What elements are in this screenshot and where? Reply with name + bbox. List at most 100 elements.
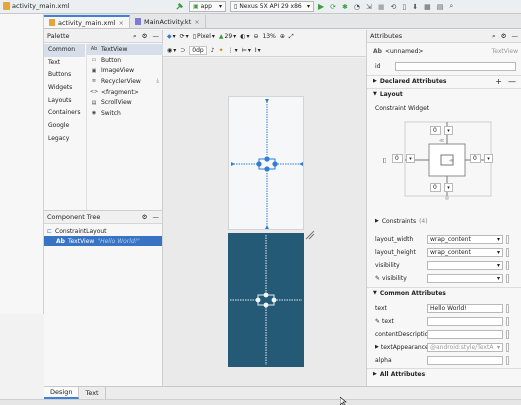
- margin-bottom-spinner[interactable]: 0 ▾: [430, 183, 453, 192]
- category-buttons[interactable]: Buttons: [44, 69, 85, 82]
- category-common[interactable]: Common: [44, 44, 85, 57]
- palette-item-button[interactable]: ▭ Button: [87, 55, 163, 66]
- content-description-input[interactable]: [427, 329, 503, 339]
- design-view[interactable]: [228, 96, 304, 230]
- id-input[interactable]: [395, 61, 516, 71]
- gear-icon[interactable]: ⚙: [142, 213, 148, 221]
- text-appearance-select[interactable]: @android:style/TextA ▾: [427, 342, 503, 352]
- stop-icon[interactable]: ■: [378, 3, 385, 11]
- profile-icon[interactable]: ◔: [354, 3, 360, 11]
- margin-left-spinner[interactable]: 0 ▾: [392, 154, 415, 163]
- download-icon[interactable]: ⤓: [156, 77, 159, 85]
- category-google[interactable]: Google: [44, 120, 85, 133]
- remove-icon[interactable]: —: [508, 77, 516, 86]
- blueprint-view[interactable]: [228, 233, 304, 367]
- resource-picker-button[interactable]: [506, 260, 509, 270]
- chevron-down-icon[interactable]: ▾: [406, 154, 415, 163]
- close-icon[interactable]: ×: [119, 19, 124, 27]
- chevron-down-icon[interactable]: ▾: [444, 183, 453, 192]
- zoom-out-button[interactable]: ⊖: [253, 33, 258, 40]
- baseline-button[interactable]: I ▾: [255, 47, 261, 54]
- margin-top-spinner[interactable]: 0 ▾: [430, 126, 453, 135]
- resource-picker-button[interactable]: [506, 329, 509, 339]
- search-icon[interactable]: ⌕: [133, 32, 137, 41]
- resource-picker-button[interactable]: [506, 355, 509, 365]
- resource-picker-button[interactable]: [506, 303, 509, 313]
- run-config-select[interactable]: ▣ app ▾: [189, 1, 226, 12]
- palette-item-recyclerview[interactable]: ≡ RecyclerView ⤓: [87, 76, 163, 87]
- guidelines-button[interactable]: ⋮ ▾: [228, 47, 238, 54]
- orientation-button[interactable]: ⟳ ▾: [180, 33, 189, 40]
- tab-main-activity[interactable]: MainActivity.kt ×: [130, 15, 206, 28]
- layout-width-select[interactable]: wrap_content ▾: [427, 234, 503, 244]
- tab-design[interactable]: Design: [44, 387, 80, 399]
- align-button[interactable]: ⊨ ▾: [242, 47, 251, 54]
- tools-text-input[interactable]: [427, 316, 503, 326]
- resource-picker-button[interactable]: [506, 273, 509, 283]
- minimize-icon[interactable]: —: [153, 32, 160, 40]
- attr-label-expandable[interactable]: ▶ textAppearance: [367, 344, 429, 351]
- margin-right-value[interactable]: 0: [470, 154, 481, 163]
- tab-activity-main[interactable]: activity_main.xml ×: [44, 15, 130, 28]
- category-legacy[interactable]: Legacy: [44, 133, 85, 146]
- category-text[interactable]: Text: [44, 57, 85, 70]
- file-breadcrumb[interactable]: activity_main.xml: [3, 2, 70, 10]
- view-options-button[interactable]: ◉ ▾: [167, 47, 176, 54]
- margin-bottom-value[interactable]: 0: [430, 183, 441, 192]
- hammer-icon[interactable]: [175, 2, 184, 11]
- tools-visibility-select[interactable]: ▾: [427, 273, 503, 283]
- alpha-input[interactable]: [427, 355, 503, 365]
- minimize-icon[interactable]: —: [153, 213, 160, 221]
- margin-right-spinner[interactable]: 0 ▾: [470, 154, 493, 163]
- all-attributes-section[interactable]: ▶ All Attributes: [367, 368, 521, 379]
- chevron-down-icon[interactable]: ▾: [484, 154, 493, 163]
- autoconnect-button[interactable]: ⊃: [180, 47, 185, 54]
- palette-item-textview[interactable]: Ab TextView: [87, 44, 163, 55]
- resource-picker-button[interactable]: [506, 316, 509, 326]
- attach-debugger-icon[interactable]: ⇲: [366, 3, 372, 11]
- add-icon[interactable]: +: [495, 77, 502, 86]
- api-button[interactable]: ▲ 29 ▾: [219, 33, 236, 40]
- resource-picker-button[interactable]: [506, 247, 509, 257]
- sdk-manager-icon[interactable]: ⬇: [412, 3, 418, 11]
- common-attributes-section[interactable]: ▼ Common Attributes: [367, 287, 521, 298]
- visibility-select[interactable]: ▾: [427, 260, 503, 270]
- zoom-in-button[interactable]: ⊕: [280, 33, 285, 40]
- text-input[interactable]: Hello World!: [427, 303, 503, 313]
- constraints-row[interactable]: ▶ Constraints (4): [367, 216, 521, 226]
- close-icon[interactable]: ×: [194, 18, 199, 26]
- palette-item-fragment[interactable]: <> <fragment>: [87, 87, 163, 98]
- default-margin-button[interactable]: 0dp: [189, 46, 207, 55]
- design-surface-button[interactable]: ◆ ▾: [167, 33, 176, 40]
- category-widgets[interactable]: Widgets: [44, 82, 85, 95]
- layout-inspector-icon[interactable]: ▦: [424, 3, 431, 11]
- resource-picker-button[interactable]: [506, 234, 509, 244]
- search-icon[interactable]: ⌕: [492, 32, 496, 41]
- debug-icon[interactable]: ✱: [342, 3, 348, 11]
- clear-constraints-button[interactable]: ♪: [211, 47, 215, 54]
- infer-constraints-button[interactable]: ✦: [219, 47, 224, 54]
- run-icon[interactable]: ▶: [318, 2, 324, 11]
- gear-icon[interactable]: ⚙: [142, 32, 148, 40]
- layout-section[interactable]: ▼ Layout: [367, 88, 521, 99]
- palette-item-switch[interactable]: ◉ Switch: [87, 108, 163, 119]
- theme-button[interactable]: ◐ ▾: [240, 33, 249, 40]
- palette-item-imageview[interactable]: ▣ ImageView: [87, 65, 163, 76]
- gear-icon[interactable]: ⚙: [501, 32, 507, 40]
- tab-text[interactable]: Text: [79, 387, 106, 399]
- sync-icon[interactable]: ⟲: [391, 3, 397, 11]
- margin-top-value[interactable]: 0: [430, 126, 441, 135]
- device-select[interactable]: ▯ Nexus 5X API 29 x86 ▾: [230, 1, 314, 12]
- tree-node-constraintlayout[interactable]: ⊏ ConstraintLayout: [44, 226, 162, 236]
- apply-changes-icon[interactable]: ⟳: [330, 3, 336, 11]
- avd-manager-icon[interactable]: ▯: [402, 3, 406, 11]
- minimize-icon[interactable]: —: [512, 32, 519, 40]
- device-button[interactable]: ▯ Pixel ▾: [193, 33, 215, 40]
- search-icon[interactable]: ⌕: [449, 2, 453, 11]
- tree-node-textview[interactable]: Ab TextView "Hello World!": [44, 236, 162, 246]
- project-structure-icon[interactable]: ▤: [437, 3, 444, 11]
- layout-height-select[interactable]: wrap_content ▾: [427, 247, 503, 257]
- category-layouts[interactable]: Layouts: [44, 95, 85, 108]
- palette-item-scrollview[interactable]: ▤ ScrollView: [87, 97, 163, 108]
- resize-handle-icon[interactable]: [305, 230, 315, 240]
